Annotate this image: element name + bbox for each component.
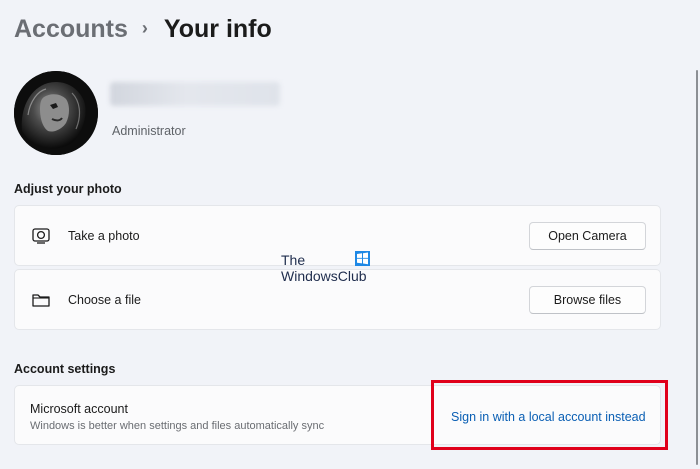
avatar [14, 71, 98, 155]
section-title-adjust-photo: Adjust your photo [14, 182, 122, 196]
vertical-scrollbar[interactable] [696, 70, 698, 465]
highlight-annotation-box [431, 380, 668, 450]
account-role: Administrator [112, 124, 186, 138]
section-title-account-settings: Account settings [14, 362, 116, 376]
breadcrumb-accounts-link[interactable]: Accounts [14, 15, 128, 44]
watermark: The WindowsClub [281, 252, 367, 284]
watermark-line1: The [281, 252, 306, 268]
open-camera-button[interactable]: Open Camera [529, 221, 646, 250]
microsoft-account-title: Microsoft account [30, 402, 128, 416]
take-photo-label: Take a photo [68, 228, 140, 243]
camera-icon [31, 227, 51, 245]
folder-icon [31, 291, 51, 309]
choose-file-label: Choose a file [68, 292, 141, 307]
breadcrumb-chevron-icon: › [141, 17, 148, 38]
microsoft-account-description: Windows is better when settings and file… [30, 420, 325, 432]
lion-avatar-image [14, 71, 98, 155]
account-name-redacted [110, 82, 280, 106]
windows-logo-icon [355, 251, 370, 266]
page-title: Your info [163, 14, 272, 43]
watermark-line2: WindowsClub [281, 268, 367, 284]
breadcrumb: Accounts › Your info [14, 12, 272, 46]
browse-files-button[interactable]: Browse files [529, 285, 646, 314]
